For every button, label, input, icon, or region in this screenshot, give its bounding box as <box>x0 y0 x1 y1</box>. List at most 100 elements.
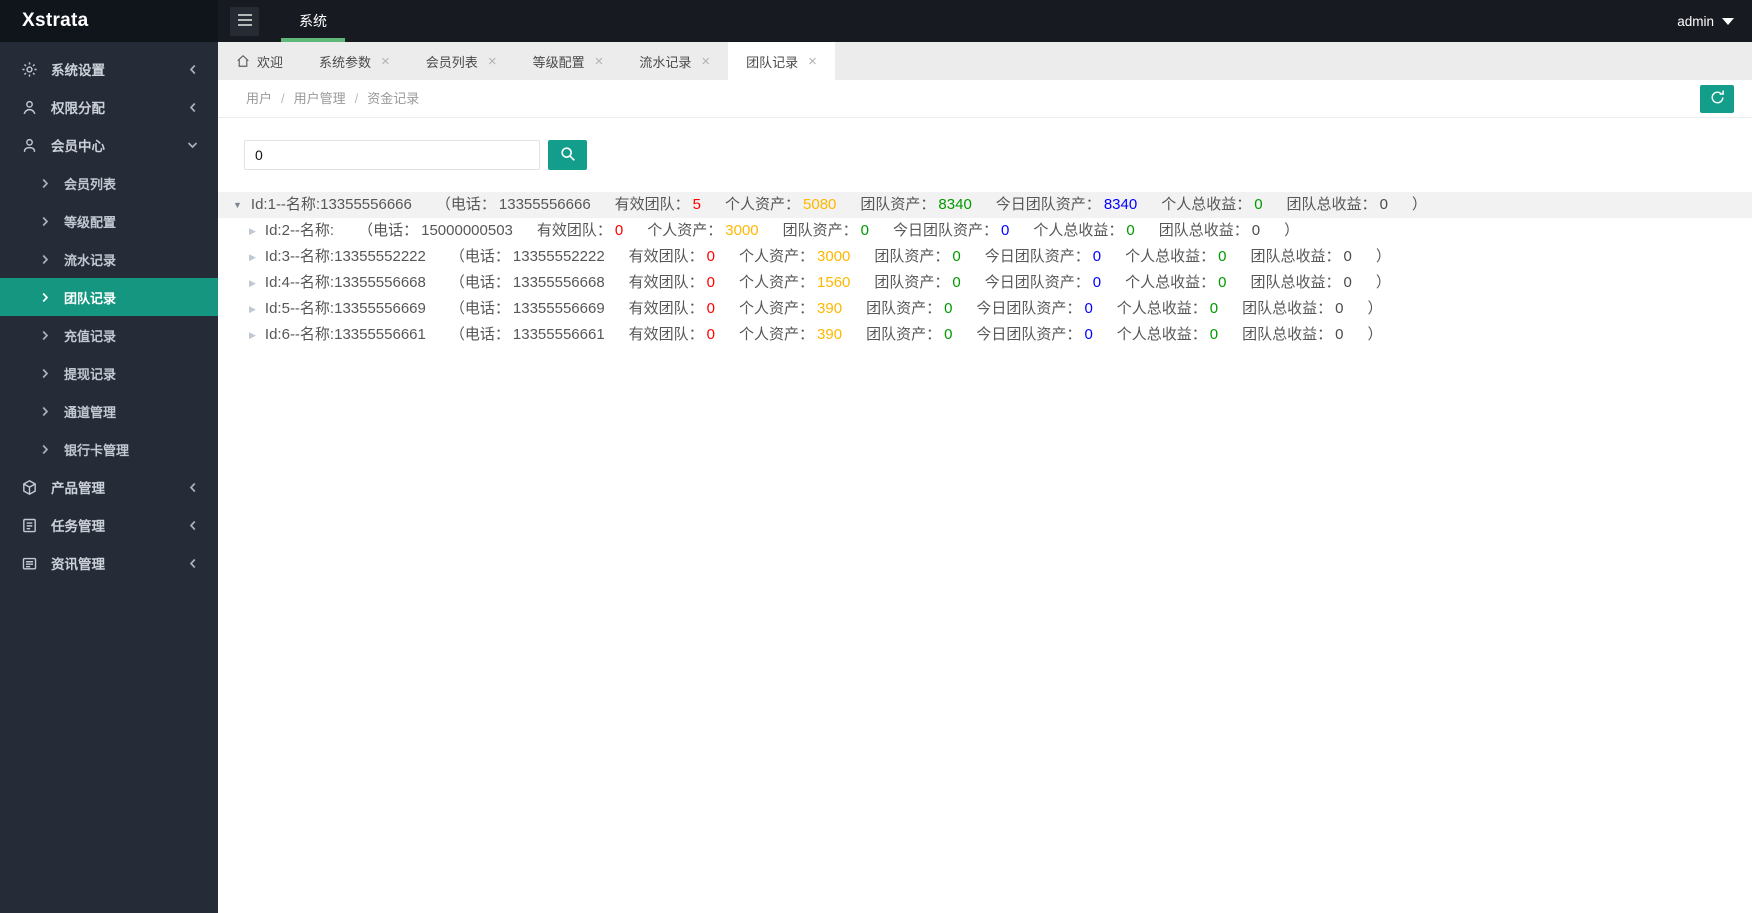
tab-bar: 欢迎 系统参数 × 会员列表 × 等级配置 × 流水记录 × 团队记录 × <box>218 42 1752 80</box>
tab-会员列表[interactable]: 会员列表 × <box>408 42 515 80</box>
tab-团队记录[interactable]: 团队记录 × <box>728 42 835 80</box>
field-label: 团队总收益： <box>1242 300 1333 317</box>
breadcrumb-bar: 用户 / 用户管理 / 资金记录 <box>218 80 1752 118</box>
sidebar-item-流水记录[interactable]: 流水记录 <box>0 240 218 278</box>
tab-close-icon[interactable]: × <box>808 54 817 69</box>
team-record-row[interactable]: ▶ Id:5--名称:13355556669 （电话： 13355556669 有效团队… <box>218 296 1752 322</box>
tree-collapsed-icon[interactable]: ▶ <box>249 270 256 296</box>
close-paren: ） <box>1284 222 1300 239</box>
tab-label: 流水记录 <box>639 54 692 70</box>
sidebar-item-银行卡管理[interactable]: 银行卡管理 <box>0 430 218 468</box>
sidebar-item-通道管理[interactable]: 通道管理 <box>0 392 218 430</box>
sidebar-item-会员列表[interactable]: 会员列表 <box>0 164 218 202</box>
field-value: 0 <box>1126 222 1135 239</box>
tab-close-icon[interactable]: × <box>595 54 604 69</box>
team-record-row[interactable]: ▶ Id:4--名称:13355556668 （电话： 13355556668 有效团队… <box>218 270 1752 296</box>
tree-collapsed-icon[interactable]: ▶ <box>249 218 256 244</box>
close-paren: ） <box>1375 248 1391 265</box>
field-value: 0 <box>1254 196 1263 213</box>
chevron-down-icon <box>187 140 198 150</box>
sidebar-item-label: 资讯管理 <box>51 557 105 572</box>
team-record-row[interactable]: ▶ Id:2--名称: （电话： 15000000503 有效团队： 0 个人资产： 3000… <box>218 218 1752 244</box>
sidebar-item-提现记录[interactable]: 提现记录 <box>0 354 218 392</box>
tab-系统参数[interactable]: 系统参数 × <box>301 42 408 80</box>
tab-close-icon[interactable]: × <box>381 54 390 69</box>
sidebar-item-资讯管理[interactable]: 资讯管理 <box>0 544 218 582</box>
field-value: 0 <box>1092 248 1102 265</box>
tab-欢迎[interactable]: 欢迎 <box>218 42 301 80</box>
app-logo: Xstrata <box>0 0 218 42</box>
field-label: 有效团队： <box>628 300 704 317</box>
tab-流水记录[interactable]: 流水记录 × <box>621 42 728 80</box>
field-label: （电话： <box>358 222 419 239</box>
field-label: （电话： <box>449 300 510 317</box>
record-title: Id:3--名称:13355552222 <box>264 248 426 265</box>
breadcrumb-item-用户[interactable]: 用户 <box>246 91 272 106</box>
sidebar-item-权限分配[interactable]: 权限分配 <box>0 88 218 126</box>
field-label: 团队总收益： <box>1286 196 1377 213</box>
field-value: 0 <box>1335 326 1344 343</box>
breadcrumb-separator: / <box>281 91 285 106</box>
team-record-row[interactable]: ▶ Id:3--名称:13355552222 （电话： 13355552222 有效团队… <box>218 244 1752 270</box>
topnav-system-label: 系统 <box>299 13 327 29</box>
tab-close-icon[interactable]: × <box>488 54 497 69</box>
tree-collapsed-icon[interactable]: ▶ <box>249 296 256 322</box>
field-value: 0 <box>1218 274 1227 291</box>
chevron-left-icon <box>188 520 198 531</box>
sidebar-item-产品管理[interactable]: 产品管理 <box>0 468 218 506</box>
user-menu[interactable]: admin <box>1677 14 1734 29</box>
search-button[interactable] <box>548 140 587 170</box>
sidebar-item-会员中心[interactable]: 会员中心 <box>0 126 218 164</box>
sidebar-item-label: 权限分配 <box>51 101 105 116</box>
field-label: 团队总收益： <box>1158 222 1249 239</box>
field-label: 个人总收益： <box>1125 248 1216 265</box>
top-bar: 系统 admin <box>218 0 1752 42</box>
field-value: 0 <box>706 326 716 343</box>
record-team-income: 团队总收益： 0 <box>1250 274 1351 291</box>
sidebar-subitem-label: 等级配置 <box>64 214 117 230</box>
record-team-income: 团队总收益： 0 <box>1159 222 1260 239</box>
sidebar-item-系统设置[interactable]: 系统设置 <box>0 50 218 88</box>
record-personal-assets: 个人资产： 3000 <box>647 222 758 239</box>
field-label: 个人总收益： <box>1161 196 1252 213</box>
field-label: （电话： <box>435 196 496 213</box>
search-icon <box>559 145 577 166</box>
field-value: 0 <box>1084 300 1093 317</box>
tab-close-icon[interactable]: × <box>701 54 710 69</box>
tab-等级配置[interactable]: 等级配置 × <box>515 42 622 80</box>
field-label: 团队资产： <box>782 222 858 239</box>
caret-down-icon <box>1722 17 1734 25</box>
sidebar-item-团队记录[interactable]: 团队记录 <box>0 278 218 316</box>
record-team-assets: 团队资产： 0 <box>874 274 960 291</box>
team-record-row[interactable]: ▶ Id:6--名称:13355556661 （电话： 13355556661 有效团队… <box>218 322 1752 348</box>
field-label: 个人资产： <box>739 248 815 265</box>
breadcrumb-item-资金记录[interactable]: 资金记录 <box>367 91 419 106</box>
tree-collapsed-icon[interactable]: ▶ <box>249 244 256 270</box>
chevron-left-icon <box>188 558 198 569</box>
field-label: 有效团队： <box>614 196 690 213</box>
field-label: 今日团队资产： <box>995 196 1101 213</box>
breadcrumb-item-用户管理[interactable]: 用户管理 <box>294 91 346 106</box>
menu-toggle-button[interactable] <box>230 6 259 36</box>
tab-label: 等级配置 <box>532 54 585 70</box>
field-value: 0 <box>1335 300 1344 317</box>
close-paren: ） <box>1367 326 1383 343</box>
refresh-button[interactable] <box>1700 85 1734 113</box>
field-value: 390 <box>817 326 843 343</box>
sidebar-item-等级配置[interactable]: 等级配置 <box>0 202 218 240</box>
topnav-system[interactable]: 系统 <box>281 0 345 42</box>
field-label: 今日团队资产： <box>984 274 1090 291</box>
tree-expanded-icon[interactable]: ▼ <box>233 192 242 218</box>
sidebar-item-任务管理[interactable]: 任务管理 <box>0 506 218 544</box>
chevron-left-icon <box>188 102 198 113</box>
search-input[interactable] <box>244 140 540 170</box>
tab-label: 系统参数 <box>319 54 372 70</box>
tab-label: 欢迎 <box>257 54 284 70</box>
team-record-row[interactable]: ▼ Id:1--名称:13355556666 （电话： 13355556666 有效团队… <box>218 192 1752 218</box>
record-personal-income: 个人总收益： 0 <box>1033 222 1134 239</box>
field-label: 团队总收益： <box>1250 274 1341 291</box>
record-today-team-assets: 今日团队资产： 0 <box>976 326 1092 343</box>
sidebar-item-充值记录[interactable]: 充值记录 <box>0 316 218 354</box>
member-user-icon <box>20 136 38 154</box>
tree-collapsed-icon[interactable]: ▶ <box>249 322 256 348</box>
